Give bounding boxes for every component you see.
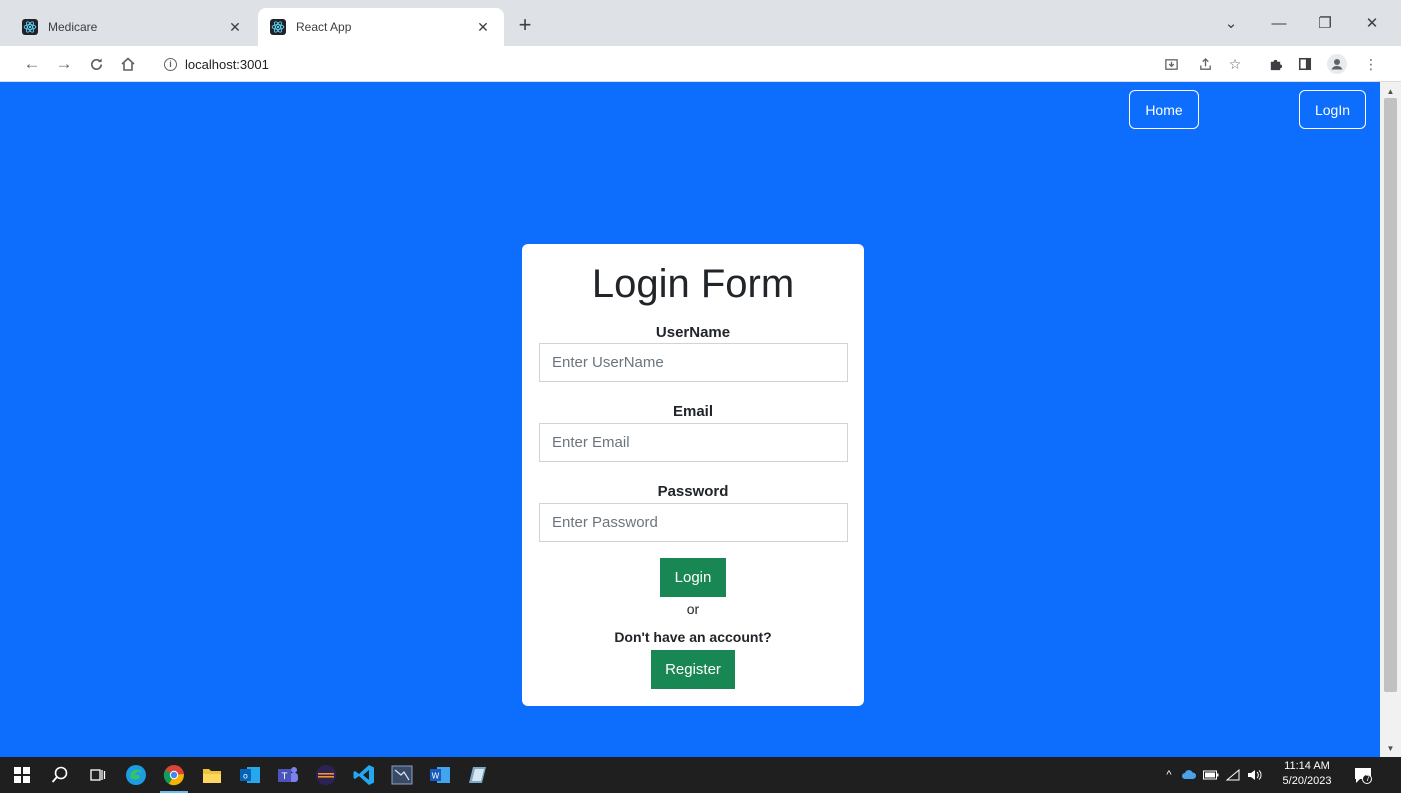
or-text: or (686, 601, 700, 617)
username-label: UserName (655, 324, 731, 341)
svg-text:T: T (281, 772, 288, 782)
minimize-button[interactable]: — (1262, 10, 1296, 36)
tab-medicare[interactable]: Medicare ✕ (10, 8, 256, 46)
sql-developer-icon[interactable] (384, 762, 420, 788)
clock-date: 5/20/2023 (1282, 775, 1332, 787)
tab-close-icon[interactable]: ✕ (474, 18, 492, 36)
search-icon[interactable] (42, 762, 78, 788)
username-input[interactable] (539, 343, 848, 382)
close-window-button[interactable]: ✕ (1355, 10, 1389, 36)
password-label: Password (657, 483, 729, 500)
onedrive-cloud-icon[interactable] (1178, 769, 1200, 781)
notification-center-icon[interactable]: 7 (1350, 757, 1376, 793)
browser-toolbar: ← → i localhost:3001 ☆ ⋮ (0, 46, 1401, 82)
back-arrow-icon[interactable]: ← (20, 52, 44, 76)
password-input[interactable] (539, 503, 848, 542)
system-tray: ^ (1160, 757, 1266, 793)
email-label: Email (672, 403, 714, 420)
page-viewport: Home LogIn Login Form UserName Email Pas… (0, 82, 1380, 757)
file-explorer-icon[interactable] (194, 762, 230, 788)
login-nav-button[interactable]: LogIn (1299, 90, 1366, 129)
svg-text:W: W (432, 772, 440, 781)
tab-search-dropdown-icon[interactable]: ⌄ (1214, 10, 1248, 36)
react-logo-icon (270, 19, 286, 35)
teams-icon[interactable]: T (270, 762, 306, 788)
tab-label: React App (296, 20, 352, 34)
scroll-down-arrow-icon[interactable]: ▼ (1380, 741, 1401, 755)
profile-avatar-icon[interactable] (1326, 53, 1348, 75)
url-text: localhost:3001 (185, 56, 269, 72)
login-submit-button[interactable]: Login (660, 558, 726, 597)
browser-menu-icon[interactable]: ⋮ (1360, 53, 1382, 75)
tab-react-app[interactable]: React App ✕ (258, 8, 504, 46)
task-view-icon[interactable] (80, 762, 116, 788)
reload-icon[interactable] (84, 52, 108, 76)
page-scrollbar[interactable]: ▲ ▼ (1380, 82, 1401, 757)
taskbar-clock[interactable]: 11:14 AM 5/20/2023 (1280, 759, 1334, 791)
home-nav-button[interactable]: Home (1129, 90, 1199, 129)
no-account-text: Don't have an account? (614, 629, 772, 645)
svg-text:o: o (243, 772, 248, 781)
outlook-icon[interactable]: o (232, 762, 268, 788)
chrome-browser-icon[interactable] (156, 762, 192, 793)
scrollbar-thumb[interactable] (1384, 98, 1397, 692)
extensions-puzzle-icon[interactable] (1264, 53, 1286, 75)
windows-start-icon[interactable] (4, 762, 40, 788)
share-icon[interactable] (1194, 53, 1216, 75)
forward-arrow-icon[interactable]: → (52, 52, 76, 76)
site-info-icon[interactable]: i (164, 57, 177, 71)
word-icon[interactable]: W (422, 762, 458, 788)
browser-tab-strip: Medicare ✕ React App ✕ + ⌄ — ❐ ✕ (0, 0, 1401, 46)
battery-icon[interactable] (1200, 770, 1222, 780)
show-hidden-icons-chevron-icon[interactable]: ^ (1160, 769, 1178, 781)
wifi-icon[interactable] (1222, 769, 1244, 781)
restore-button[interactable]: ❐ (1308, 10, 1342, 36)
edge-browser-icon[interactable] (118, 762, 154, 788)
vscode-icon[interactable] (346, 762, 382, 788)
install-app-icon[interactable] (1160, 53, 1182, 75)
notes-app-icon[interactable] (460, 762, 496, 788)
clock-time: 11:14 AM (1284, 760, 1330, 772)
tab-label: Medicare (48, 20, 98, 34)
react-logo-icon (22, 19, 38, 35)
volume-icon[interactable] (1244, 769, 1266, 781)
login-form-card: Login Form UserName Email Password Login… (522, 244, 864, 706)
notification-count: 7 (1365, 774, 1371, 783)
side-panel-icon[interactable] (1294, 53, 1316, 75)
windows-taskbar: o T W ^ 11:14 AM 5/20/2023 7 (0, 757, 1401, 793)
home-icon[interactable] (116, 52, 140, 76)
form-title: Login Form (591, 262, 795, 306)
eclipse-ide-icon[interactable] (308, 762, 344, 788)
scroll-up-arrow-icon[interactable]: ▲ (1380, 84, 1401, 98)
tab-close-icon[interactable]: ✕ (226, 18, 244, 36)
bookmark-star-icon[interactable]: ☆ (1224, 53, 1246, 75)
address-bar[interactable]: i localhost:3001 (150, 51, 1150, 77)
email-input[interactable] (539, 423, 848, 462)
register-button[interactable]: Register (651, 650, 735, 689)
new-tab-button[interactable]: + (512, 12, 538, 38)
